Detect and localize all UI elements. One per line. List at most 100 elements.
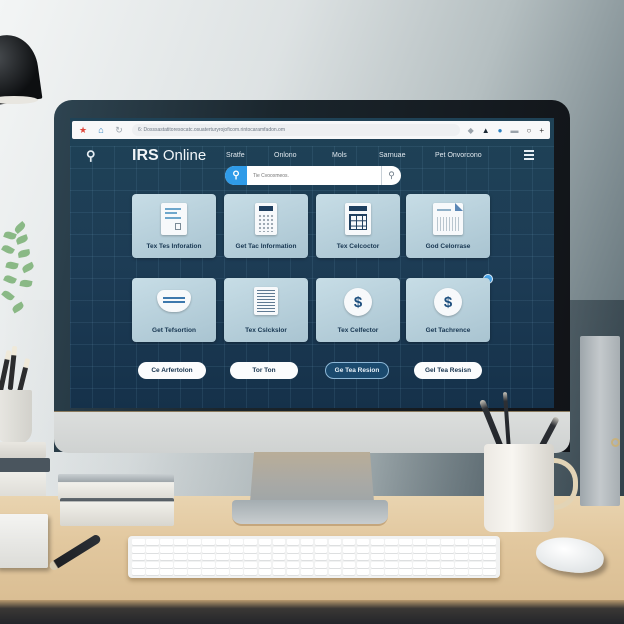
keyboard-key[interactable] <box>188 554 201 560</box>
keyboard-key[interactable] <box>441 561 454 568</box>
keyboard-key[interactable] <box>483 546 496 553</box>
keyboard-key[interactable] <box>244 539 258 545</box>
keyboard-key[interactable] <box>413 554 426 560</box>
keyboard-key[interactable] <box>174 539 187 545</box>
keyboard-key[interactable] <box>160 554 173 560</box>
keyboard-key[interactable] <box>328 546 342 553</box>
search-input[interactable] <box>247 166 381 185</box>
keyboard-key[interactable] <box>272 539 286 545</box>
keyboard-key[interactable] <box>441 539 454 545</box>
keyboard-key[interactable] <box>132 561 145 568</box>
action-button[interactable]: Tor Ton <box>230 362 298 379</box>
keyboard-key[interactable] <box>132 539 145 545</box>
keyboard-key[interactable] <box>202 561 215 568</box>
keyboard-key[interactable] <box>244 569 258 575</box>
add-tab-icon[interactable]: + <box>539 126 544 135</box>
keyboard-key[interactable] <box>258 561 272 568</box>
keyboard-key[interactable] <box>342 539 356 545</box>
keyboard-key[interactable] <box>230 554 243 560</box>
keyboard-key[interactable] <box>174 561 187 568</box>
keyboard-key[interactable] <box>469 539 482 545</box>
keyboard-key[interactable] <box>370 561 384 568</box>
keyboard-key[interactable] <box>483 561 496 568</box>
nav-link[interactable]: Sarnuae <box>379 152 405 159</box>
keyboard-key[interactable] <box>427 569 440 575</box>
keyboard-key[interactable] <box>399 561 412 568</box>
reload-icon[interactable]: ↻ <box>114 125 124 135</box>
keyboard-key[interactable] <box>272 554 286 560</box>
service-card[interactable]: $ Tex Celfector <box>316 278 400 342</box>
keyboard-key[interactable] <box>483 554 496 560</box>
keyboard-key[interactable] <box>244 554 258 560</box>
service-card[interactable]: Tex Tes Inforation <box>132 194 216 258</box>
keyboard-key[interactable] <box>202 554 215 560</box>
keyboard-key[interactable] <box>132 569 145 575</box>
action-button-active[interactable]: Ge Tea Resion <box>325 362 389 379</box>
site-logo[interactable]: IRS Online <box>132 147 206 165</box>
keyboard-key[interactable] <box>370 569 384 575</box>
keyboard-key[interactable] <box>356 561 370 568</box>
keyboard-key[interactable] <box>230 539 243 545</box>
search-icon[interactable]: ⚲ <box>86 148 96 164</box>
profile-icon[interactable]: ● <box>498 126 503 135</box>
keyboard-key[interactable] <box>328 569 342 575</box>
keyboard-key[interactable] <box>328 554 342 560</box>
keyboard-key[interactable] <box>469 554 482 560</box>
keyboard-key[interactable] <box>216 569 229 575</box>
keyboard-key[interactable] <box>174 569 187 575</box>
keyboard-key[interactable] <box>455 539 468 545</box>
keyboard-key[interactable] <box>230 561 243 568</box>
keyboard-key[interactable] <box>272 569 286 575</box>
keyboard-key[interactable] <box>174 554 187 560</box>
service-card[interactable]: Get Tefsortion <box>132 278 216 342</box>
keyboard-key[interactable] <box>286 554 300 560</box>
keyboard-key[interactable] <box>230 569 243 575</box>
keyboard-key[interactable] <box>427 539 440 545</box>
keyboard-key[interactable] <box>427 554 440 560</box>
keyboard-key[interactable] <box>455 569 468 575</box>
keyboard-key[interactable] <box>385 539 398 545</box>
keyboard-key[interactable] <box>455 546 468 553</box>
keyboard-key[interactable] <box>230 546 243 553</box>
keyboard-key[interactable] <box>328 539 342 545</box>
keyboard-key[interactable] <box>399 546 412 553</box>
keyboard-key[interactable] <box>146 554 159 560</box>
keyboard-key[interactable] <box>132 554 145 560</box>
address-bar[interactable]: 6: Dosssastatitoresocatc.osuaterturyrojo… <box>132 124 460 136</box>
keyboard-key[interactable] <box>272 546 286 553</box>
keyboard-key[interactable] <box>188 539 201 545</box>
keyboard-key[interactable] <box>342 561 356 568</box>
keyboard-key[interactable] <box>483 539 496 545</box>
keyboard-key[interactable] <box>174 546 187 553</box>
keyboard-key[interactable] <box>328 561 342 568</box>
keyboard-key[interactable] <box>356 569 370 575</box>
keyboard-key[interactable] <box>258 569 272 575</box>
keyboard-key[interactable] <box>146 569 159 575</box>
keyboard-key[interactable] <box>300 554 314 560</box>
keyboard-key[interactable] <box>469 569 482 575</box>
keyboard-key[interactable] <box>413 539 426 545</box>
keyboard-key[interactable] <box>300 546 314 553</box>
keyboard-key[interactable] <box>216 539 229 545</box>
service-card[interactable]: $ Get Tachrence <box>406 278 490 342</box>
service-card[interactable]: God Celorrase <box>406 194 490 258</box>
service-card[interactable]: Get Tac Information <box>224 194 308 258</box>
keyboard-key[interactable] <box>441 554 454 560</box>
keyboard-key[interactable] <box>356 554 370 560</box>
keyboard-key[interactable] <box>146 546 159 553</box>
nav-link[interactable]: Mols <box>332 152 347 159</box>
home-icon[interactable]: ⌂ <box>96 125 106 135</box>
keyboard-key[interactable] <box>413 546 426 553</box>
keyboard-key[interactable] <box>385 569 398 575</box>
keyboard-key[interactable] <box>469 546 482 553</box>
keyboard-key[interactable] <box>272 561 286 568</box>
keyboard-key[interactable] <box>483 569 496 575</box>
keyboard-key[interactable] <box>258 546 272 553</box>
keyboard-key[interactable] <box>356 539 370 545</box>
keyboard-key[interactable] <box>342 546 356 553</box>
keyboard-key[interactable] <box>385 554 398 560</box>
keyboard-key[interactable] <box>188 569 201 575</box>
search-icon[interactable]: ⚲ <box>225 166 247 185</box>
keyboard-key[interactable] <box>370 539 384 545</box>
keyboard-key[interactable] <box>216 561 229 568</box>
